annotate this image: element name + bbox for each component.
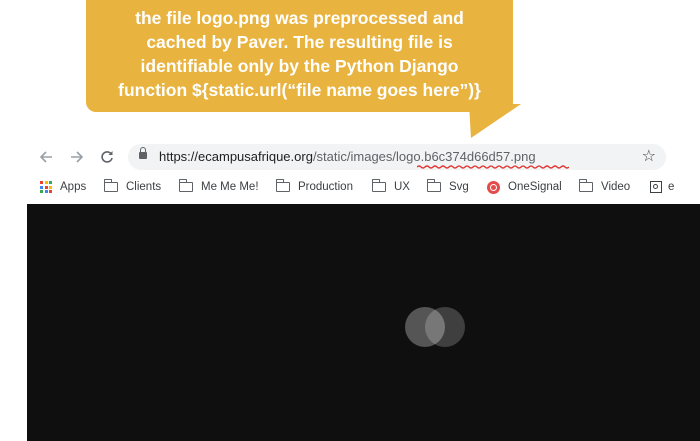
bookmark-apps[interactable]: Apps <box>40 178 86 196</box>
bookmark-video[interactable]: Video <box>578 178 631 196</box>
bookmark-me-me-me[interactable]: Me Me Me! <box>178 178 259 196</box>
folder-icon <box>371 179 386 192</box>
bookmark-label: e <box>668 181 675 193</box>
bookmark-label: Apps <box>60 181 87 193</box>
bookmarks-bar: Apps Clients Me Me Me! Production UX Svg… <box>0 176 700 198</box>
url-path: /static/images/ <box>312 149 397 164</box>
onesignal-icon <box>487 180 500 194</box>
folder-icon <box>275 179 290 192</box>
bookmark-label: Video <box>601 181 631 193</box>
extension-icon <box>650 181 662 193</box>
bookmark-extension[interactable]: e <box>650 178 674 196</box>
annotation-line: cached by Paver. The resulting file is <box>146 32 453 52</box>
bookmark-label: Clients <box>126 181 162 193</box>
url-file: logo.b6c374d66d57.png <box>396 149 536 164</box>
browser-toolbar: https://ecampusafrique.org/static/images… <box>0 142 700 172</box>
bookmark-production[interactable]: Production <box>275 178 353 196</box>
url-host: ecampusafrique.org <box>198 149 313 164</box>
bookmark-ux[interactable]: UX <box>371 178 410 196</box>
annotation-line: the file logo.png was preprocessed and <box>135 8 464 28</box>
annotation-text: the file logo.png was preprocessed and c… <box>86 6 513 102</box>
url-scheme: https:// <box>159 149 199 164</box>
lock-icon <box>139 147 147 159</box>
reload-button[interactable] <box>95 145 119 169</box>
bookmark-label: Me Me Me! <box>201 181 259 193</box>
annotation-line: identifiable only by the Python Django <box>140 56 459 76</box>
bookmark-clients[interactable]: Clients <box>103 178 162 196</box>
loading-spinner <box>405 307 465 347</box>
page-content <box>27 204 700 441</box>
folder-icon <box>103 179 118 192</box>
address-bar[interactable]: https://ecampusafrique.org/static/images… <box>128 144 666 170</box>
highlight-underline <box>417 165 569 169</box>
arrow-left-icon <box>39 151 52 163</box>
folder-icon <box>426 179 441 192</box>
url-text[interactable]: https://ecampusafrique.org/static/images… <box>159 149 536 165</box>
bookmark-star-icon[interactable]: ☆ <box>642 147 656 167</box>
back-button[interactable] <box>34 145 58 169</box>
annotation-line: function ${static.url(“file name goes he… <box>118 80 481 100</box>
apps-grid-icon <box>40 181 52 193</box>
bookmark-label: OneSignal <box>508 181 562 193</box>
arrow-right-icon <box>71 151 84 163</box>
forward-button[interactable] <box>65 145 89 169</box>
bookmark-label: UX <box>394 181 410 193</box>
bookmark-svg[interactable]: Svg <box>426 178 469 196</box>
folder-icon <box>578 179 593 192</box>
spinner-dot <box>425 307 465 347</box>
bookmark-label: Production <box>298 181 353 193</box>
bookmark-label: Svg <box>449 181 469 193</box>
reload-icon <box>101 151 113 163</box>
folder-icon <box>178 179 193 192</box>
bookmark-onesignal[interactable]: OneSignal <box>487 178 562 196</box>
